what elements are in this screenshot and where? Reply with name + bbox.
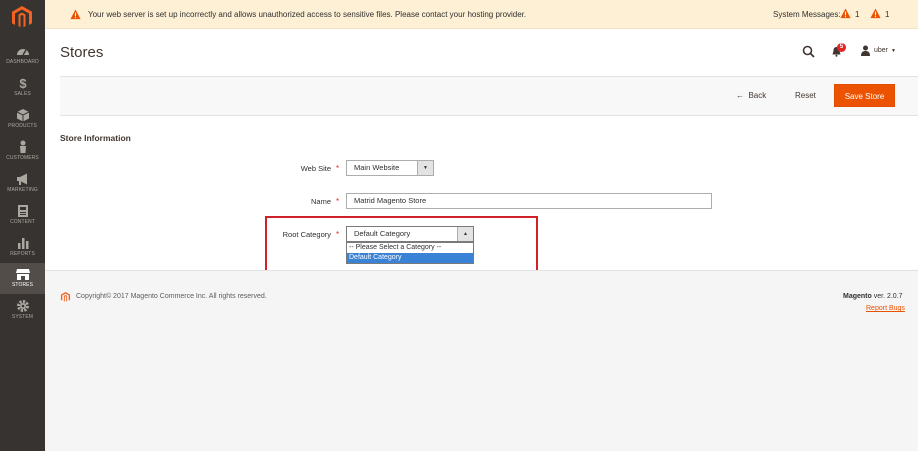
name-label: Name: [310, 197, 331, 206]
bar-chart-icon: [17, 238, 28, 249]
report-bugs-link[interactable]: Report Bugs: [866, 305, 905, 312]
sidebar-item-customers[interactable]: CUSTOMERS: [0, 136, 45, 167]
sidebar-item-reports[interactable]: REPORTS: [0, 232, 45, 263]
copyright-text: Copyright© 2017 Magento Commerce Inc. Al…: [76, 293, 267, 300]
sidebar-item-marketing[interactable]: MARKETING: [0, 168, 45, 199]
system-message-count[interactable]: 1: [855, 10, 859, 19]
notification-count-badge[interactable]: 5: [837, 43, 846, 52]
sidebar-item-system[interactable]: SYSTEM: [0, 295, 45, 326]
dashboard-icon: [16, 49, 29, 56]
sidebar-item-sales[interactable]: $ SALES: [0, 72, 45, 103]
sidebar-item-label: DASHBOARD: [6, 59, 39, 65]
website-label: Web Site: [300, 164, 331, 173]
cube-icon: [16, 109, 29, 122]
sidebar-item-label: CONTENT: [10, 219, 35, 225]
save-store-button[interactable]: Save Store: [834, 84, 895, 107]
page-title: Stores: [60, 44, 104, 61]
system-messages-label: System Messages:: [773, 10, 841, 19]
svg-text:$: $: [19, 76, 27, 90]
chevron-down-icon: ▼: [417, 161, 433, 175]
chevron-down-icon[interactable]: ▼: [891, 48, 896, 54]
warning-icon: [70, 9, 81, 20]
sidebar-item-products[interactable]: PRODUCTS: [0, 104, 45, 135]
name-input[interactable]: Matrid Magento Store: [346, 193, 712, 209]
sidebar-item-label: SALES: [14, 91, 31, 97]
page-actions-bar: [60, 76, 918, 116]
admin-sidebar: DASHBOARD $ SALES PRODUCTS CUSTOMERS MAR…: [0, 0, 45, 451]
arrow-left-icon: ←: [736, 91, 744, 100]
sidebar-item-label: STORES: [11, 282, 34, 288]
store-icon: [15, 269, 30, 280]
user-name[interactable]: uber: [874, 47, 888, 54]
back-button[interactable]: ← Back: [736, 91, 766, 100]
magento-logo-icon: [60, 291, 71, 302]
sidebar-item-label: MARKETING: [7, 187, 38, 193]
sidebar-item-label: CUSTOMERS: [6, 155, 39, 161]
system-message-text: Your web server is set up incorrectly an…: [88, 10, 527, 19]
megaphone-icon: [16, 173, 27, 185]
magento-logo-icon[interactable]: [10, 5, 34, 29]
person-icon: [19, 140, 26, 153]
sidebar-item-label: REPORTS: [10, 251, 35, 257]
required-marker: *: [336, 164, 340, 173]
sidebar-item-dashboard[interactable]: DASHBOARD: [0, 40, 45, 71]
version-text: Magento ver. 2.0.7: [843, 293, 903, 300]
search-icon[interactable]: [802, 45, 815, 58]
sidebar-item-stores[interactable]: STORES: [0, 263, 45, 294]
sidebar-item-label: SYSTEM: [11, 314, 34, 320]
website-select[interactable]: Main Website ▼: [346, 160, 434, 176]
user-icon[interactable]: [860, 45, 871, 56]
dollar-icon: $: [19, 76, 27, 90]
system-message-bar: Your web server is set up incorrectly an…: [45, 0, 918, 29]
sidebar-item-label: PRODUCTS: [8, 123, 37, 129]
required-marker: *: [336, 197, 340, 206]
section-title: Store Information: [60, 133, 131, 143]
sidebar-item-content[interactable]: CONTENT: [0, 200, 45, 231]
content-icon: [17, 205, 28, 217]
reset-button[interactable]: Reset: [795, 91, 816, 100]
system-message-count[interactable]: 1: [885, 10, 889, 19]
gear-icon: [16, 300, 29, 312]
warning-icon[interactable]: [840, 8, 851, 19]
warning-icon[interactable]: [870, 8, 881, 19]
